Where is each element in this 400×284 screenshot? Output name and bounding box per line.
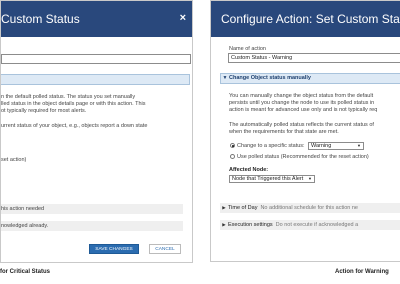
triangle-down-icon: ▼	[222, 75, 228, 81]
polled-status-note: urrent status of your object, e.g., obje…	[1, 123, 148, 129]
description-line: n the default polled status. The status …	[1, 94, 136, 100]
dialog-title: Custom Status	[1, 12, 80, 26]
action-name-input[interactable]	[1, 54, 191, 64]
caption-critical: for Critical Status	[0, 269, 51, 275]
name-of-action-label: Name of action	[229, 46, 266, 52]
collapsed-row-title: Time of Day	[228, 205, 258, 211]
description-line: action is meant for advanced use only an…	[229, 107, 378, 113]
affected-node-select[interactable]: Node that Triggered this Alert ▼	[229, 175, 315, 183]
status-select-value: Warning	[311, 143, 332, 149]
reset-action-fragment: set action)	[1, 157, 27, 163]
radio-specific-status-label: Change to a specific status:	[237, 143, 305, 149]
collapsed-row-summary: Do not execute if acknowledged a	[275, 222, 359, 228]
chevron-down-icon: ▼	[308, 176, 312, 181]
description-line: You can manually change the object statu…	[229, 93, 374, 99]
section-header-change-status[interactable]	[1, 74, 190, 85]
collapsed-row-time-of-day[interactable]: ▶ Time of Day No additional schedule for t…	[220, 203, 400, 213]
dialog-titlebar: Custom Status ×	[1, 1, 192, 37]
dialog-title: Configure Action: Set Custom Status	[221, 12, 400, 26]
cancel-button[interactable]: CANCEL	[149, 244, 181, 254]
action-name-value: Custom Status - Warning	[231, 55, 293, 61]
collapsed-row-label: his action needed	[1, 206, 45, 212]
polled-status-note: when the requirements for that state are…	[229, 129, 339, 135]
chevron-down-icon: ▼	[357, 143, 361, 148]
affected-node-select-value: Node that Triggered this Alert	[232, 176, 304, 182]
caption-warning: Action for Warning	[335, 269, 389, 275]
radio-specific-status[interactable]	[230, 143, 235, 148]
collapsed-row-label: nowledged already.	[1, 223, 49, 229]
dialog-custom-status-warning: Configure Action: Set Custom Status Name…	[210, 0, 400, 262]
radio-polled-status[interactable]	[230, 154, 235, 159]
collapsed-row-title: Execution settings	[228, 222, 273, 228]
description-line: ot typically required for most alerts.	[1, 108, 87, 114]
description-line: persists until you change the node to us…	[229, 100, 375, 106]
polled-status-note: The automatically polled status reflects…	[229, 122, 374, 128]
section-header-label: Change Object status manually	[229, 75, 311, 81]
dialog-custom-status-critical: Custom Status × n the default polled sta…	[0, 0, 193, 263]
triangle-right-icon: ▶	[222, 205, 226, 210]
collapsed-row-execution-settings[interactable]: nowledged already.	[1, 221, 183, 231]
triangle-right-icon: ▶	[222, 222, 226, 227]
collapsed-row-execution-settings[interactable]: ▶ Execution settings Do not execute if ack…	[220, 220, 400, 230]
section-header-change-status[interactable]: ▼ Change Object status manually	[220, 73, 400, 84]
close-icon[interactable]: ×	[180, 12, 186, 24]
save-changes-button[interactable]: SAVE CHANGES	[89, 244, 139, 254]
radio-polled-status-label: Use polled status (Recommended for the r…	[237, 154, 369, 160]
affected-node-label: Affected Node:	[229, 167, 269, 173]
dialog-titlebar: Configure Action: Set Custom Status	[211, 1, 400, 37]
collapsed-row-summary: No additional schedule for this action n…	[260, 205, 358, 211]
description-line: lled status in the object details page o…	[1, 101, 146, 107]
action-name-input[interactable]: Custom Status - Warning	[228, 53, 400, 63]
collapsed-row-time-of-day[interactable]: his action needed	[1, 204, 183, 214]
status-select[interactable]: Warning ▼	[308, 142, 364, 150]
